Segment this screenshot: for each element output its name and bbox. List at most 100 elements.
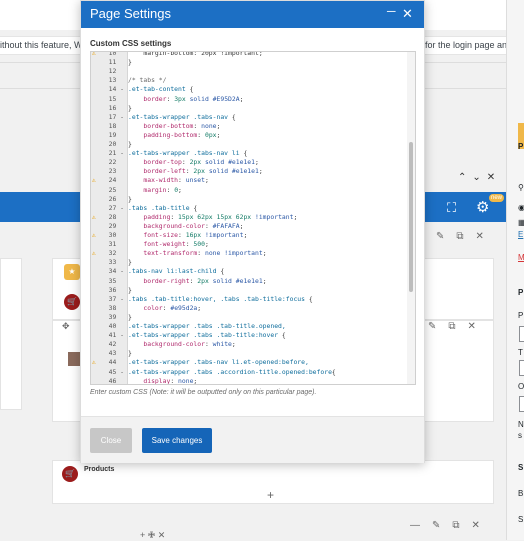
code-line[interactable]: ⚠ 28 padding: 15px 62px 15px 62px !import…	[92, 213, 415, 222]
plus-icon[interactable]: + ✙ ✕	[140, 530, 165, 541]
sidebar-input[interactable]	[519, 360, 524, 376]
close-button[interactable]: Close	[90, 428, 132, 453]
code-token: none !important	[204, 249, 263, 258]
code-token: ;	[197, 303, 202, 312]
code-line[interactable]: ⚠ 30 font-size: 16px !important;	[92, 231, 415, 240]
minimize-icon[interactable]: ─	[387, 4, 396, 18]
delete-icon[interactable]: ✕	[468, 321, 476, 332]
gear-icon[interactable]: ⚙	[476, 198, 489, 216]
code-line[interactable]: 17 - .et-tabs-wrapper .tabs-nav {	[109, 113, 415, 122]
code-line[interactable]: 36 }	[109, 285, 415, 295]
row-actions: ✎ ⧉ ✕	[428, 321, 476, 332]
css-code-editor[interactable]: ⚠ 10 margin-bottom: 20px !important; 11 } 1…	[90, 51, 416, 385]
code-line[interactable]: 38 color: #e95d2a;	[109, 303, 415, 313]
plus-icon[interactable]: +	[267, 488, 274, 502]
pencil-icon[interactable]: ✎	[428, 321, 436, 332]
code-token: background-color	[128, 340, 205, 349]
code-token: {	[193, 203, 198, 212]
code-line[interactable]: 22 border-top: 2px solid #e1e1e1;	[109, 158, 415, 167]
code-token: :	[178, 231, 186, 239]
save-changes-button[interactable]: Save changes	[142, 428, 212, 453]
code-token: }	[128, 285, 132, 294]
code-line[interactable]: 39 }	[109, 313, 415, 322]
cart-icon[interactable]: 🛒	[64, 294, 80, 310]
code-line[interactable]: 45 - .et-tabs-wrapper .tabs .accordion-ti…	[109, 368, 415, 377]
code-line[interactable]: 14 - .et-tab-content {	[109, 85, 415, 94]
pin-icon: ⚲	[518, 183, 524, 192]
line-number: 28	[108, 212, 124, 221]
code-line[interactable]: 43 }	[109, 349, 415, 358]
code-line[interactable]: 23 border-left: 2px solid #e1e1e1;	[109, 167, 415, 176]
sidebar-label: B	[518, 489, 524, 498]
code-line[interactable]: 37 - .tabs .tab-title:hover, .tabs .tab-t…	[109, 295, 415, 304]
code-line[interactable]: 42 background-color: white;	[109, 340, 415, 349]
module-icon[interactable]: ★	[64, 264, 80, 280]
code-line[interactable]: 15 border: 3px solid #E95D2A;	[109, 95, 415, 104]
pencil-icon[interactable]: ✎	[432, 520, 440, 531]
code-line[interactable]: 29 background-color: #FAFAFA;	[109, 222, 415, 231]
close-icon[interactable]: ✕	[402, 6, 413, 22]
code-line[interactable]: 26 }	[109, 195, 415, 204]
chevron-up-icon[interactable]: ⌃	[458, 172, 472, 183]
code-token: 16px	[185, 231, 202, 239]
code-line[interactable]: 21 - .et-tabs-wrapper .tabs-nav li {	[109, 149, 415, 158]
code-line[interactable]: 11 }	[109, 58, 415, 67]
code-token: border-bottom	[128, 121, 194, 130]
line-number: 11	[108, 58, 124, 67]
line-number: 24	[108, 176, 124, 185]
chevron-down-icon[interactable]: ⌄	[472, 172, 486, 183]
line-number: 32	[108, 249, 124, 258]
code-line[interactable]: 40 .et-tabs-wrapper .tabs .tab-title.ope…	[109, 322, 415, 331]
modal-header: Page Settings ─ ✕	[81, 1, 424, 28]
sidebar-input[interactable]	[519, 326, 524, 342]
code-line[interactable]: 16 }	[109, 104, 415, 113]
code-line[interactable]: 25 margin: 0;	[109, 186, 415, 195]
copy-icon[interactable]: ⧉	[452, 520, 459, 531]
code-line[interactable]: 18 border-bottom: none;	[109, 121, 415, 131]
new-badge: new	[489, 194, 505, 202]
code-token: margin-bottom: 20px !important;	[128, 51, 263, 57]
sidebar-trash-link[interactable]: M	[518, 253, 524, 262]
code-line[interactable]: 20 }	[109, 140, 415, 149]
pencil-icon[interactable]: ✎	[436, 231, 444, 242]
code-line[interactable]: ⚠ 24 max-width: unset;	[92, 176, 415, 185]
code-token: max-width	[128, 176, 179, 185]
scrollbar-thumb[interactable]	[409, 142, 413, 292]
code-line[interactable]: 33 }	[109, 258, 415, 267]
code-line[interactable]: 19 padding-bottom: 0px;	[109, 131, 415, 140]
line-number: 25	[108, 185, 124, 194]
code-line[interactable]: 46 display: none;	[109, 377, 415, 384]
code-token: 2px	[189, 158, 202, 167]
delete-icon[interactable]: ✕	[476, 231, 484, 242]
delete-icon[interactable]: ✕	[472, 520, 480, 531]
code-token: ;	[255, 158, 259, 167]
code-token: ;	[258, 167, 263, 176]
collapse-controls[interactable]: ⌃⌄✕	[458, 172, 501, 183]
sidebar-input[interactable]	[519, 396, 524, 412]
code-line[interactable]: ⚠ 32 text-transform: none !important;	[92, 249, 415, 258]
code-token: #e1e1e1	[228, 158, 255, 167]
code-token: :	[178, 176, 186, 185]
code-area[interactable]: ⚠ 10 margin-bottom: 20px !important; 11 } 1…	[92, 52, 408, 384]
code-token: border-right	[128, 276, 190, 285]
code-line[interactable]: 34 - .tabs-nav li:last-child {	[109, 267, 415, 276]
code-line[interactable]: 12	[109, 67, 415, 76]
fullscreen-icon[interactable]: ⛶	[447, 200, 456, 216]
copy-icon[interactable]: ⧉	[448, 321, 455, 332]
sidebar-link[interactable]: E	[518, 230, 523, 239]
code-line[interactable]: ⚠ 44 .et-tabs-wrapper .tabs-nav li.et-ope…	[92, 358, 415, 367]
code-line[interactable]: 41 - .et-tabs-wrapper .tabs .tab-title:ho…	[109, 331, 415, 340]
move-icon[interactable]: ✥	[62, 321, 70, 332]
code-token: ;	[216, 121, 221, 130]
code-line[interactable]: ⚠ 10 margin-bottom: 20px !important;	[92, 51, 415, 58]
code-token: none	[201, 121, 217, 130]
sidebar-label: T	[518, 348, 523, 357]
code-line[interactable]: 35 border-right: 2px solid #e1e1e1;	[109, 276, 415, 286]
copy-icon[interactable]: ⧉	[456, 231, 463, 242]
cart-icon[interactable]: 🛒	[62, 466, 78, 482]
code-line[interactable]: 31 font-weight: 500;	[109, 240, 415, 249]
close-icon[interactable]: ✕	[487, 172, 501, 183]
code-line[interactable]: 27 - .tabs .tab-title {	[109, 203, 415, 213]
code-line[interactable]: 13 /* tabs */	[109, 76, 415, 85]
drag-icon[interactable]: —	[410, 520, 420, 531]
